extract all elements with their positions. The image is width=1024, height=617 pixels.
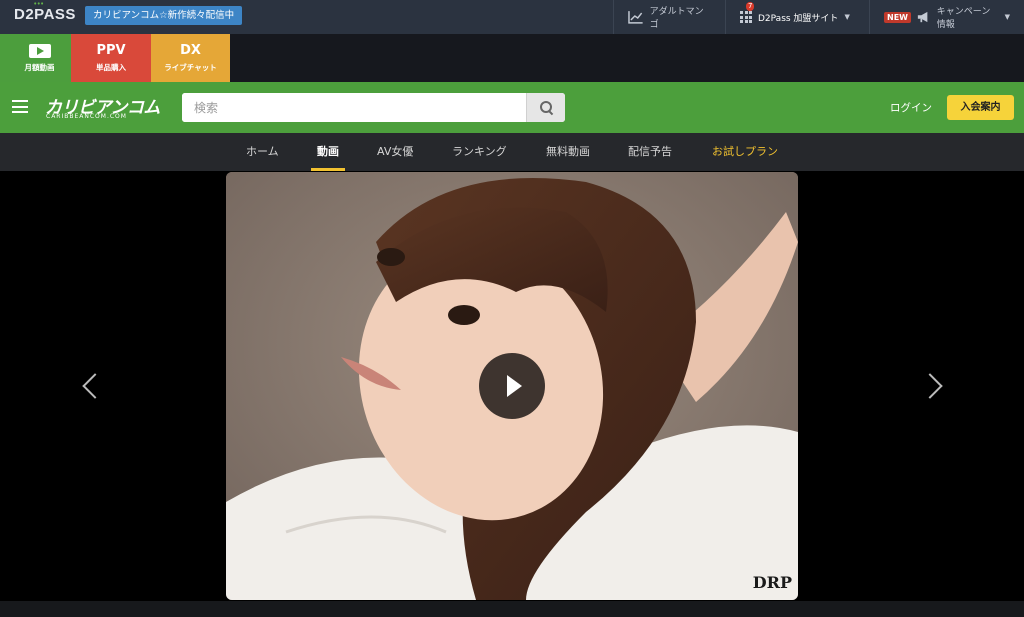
play-icon [0, 42, 79, 59]
nav-home[interactable]: ホーム [246, 133, 279, 171]
megaphone-icon [917, 11, 928, 23]
menu-icon[interactable] [12, 100, 28, 113]
member-sites-label: D2Pass 加盟サイト [758, 13, 839, 24]
live-chat-label: ライブチャット [164, 63, 217, 72]
next-arrow-icon[interactable] [925, 371, 941, 401]
search-icon [539, 101, 553, 114]
login-link[interactable]: ログイン [890, 100, 932, 115]
ppv-tile[interactable]: PPV 単品購入 [71, 34, 151, 82]
trend-chart-icon [628, 11, 643, 24]
live-chat-tile[interactable]: DX ライブチャット [151, 34, 230, 82]
service-bar: 月額動画 PPV 単品購入 DX ライブチャット [0, 34, 1024, 82]
featured-video-thumbnail[interactable]: DRP [226, 172, 798, 600]
grid-icon: 7 [740, 2, 755, 23]
main-nav: ホーム 動画 AV女優 ランキング 無料動画 配信予告 お試しプラン [0, 133, 1024, 171]
chevron-down-icon: ▼ [1004, 13, 1010, 21]
site-header: カリビアンコム CARIBBEANCOM.COM ログイン 入会案内 [0, 82, 1024, 133]
nav-actresses[interactable]: AV女優 [377, 133, 413, 171]
promo-badge[interactable]: カリビアンコム☆新作続々配信中 [85, 6, 243, 25]
ppv-label: 単品購入 [96, 63, 126, 72]
dx-logo: DX [180, 43, 201, 58]
nav-trial-plan[interactable]: お試しプラン [712, 133, 778, 171]
adult-mango-link[interactable]: アダルトマンゴ [613, 0, 725, 34]
monthly-video-label: 月額動画 [24, 63, 55, 72]
d2pass-bar: ••• D2PASS カリビアンコム☆新作続々配信中 アダルトマンゴ 7 D2P… [0, 0, 1024, 34]
member-sites-count: 7 [746, 2, 755, 11]
adult-mango-label: アダルトマンゴ [649, 7, 704, 30]
nav-upcoming[interactable]: 配信予告 [628, 133, 672, 171]
search-box [182, 93, 565, 122]
site-logo-domain: CARIBBEANCOM.COM [46, 113, 127, 120]
search-button[interactable] [526, 93, 565, 122]
nav-free-videos[interactable]: 無料動画 [546, 133, 590, 171]
chevron-down-icon: ▼ [844, 13, 850, 21]
member-sites-link[interactable]: 7 D2Pass 加盟サイト ▼ [725, 0, 869, 34]
search-input[interactable] [182, 93, 525, 122]
d2pass-nav: アダルトマンゴ 7 D2Pass 加盟サイト ▼ NEW キャンペーン情報 ▼ [613, 0, 1024, 34]
campaign-label: キャンペーン情報 [936, 7, 991, 30]
monthly-video-tile[interactable]: 月額動画 [0, 34, 79, 82]
play-button[interactable] [479, 353, 545, 419]
campaign-link[interactable]: NEW キャンペーン情報 ▼ [869, 0, 1024, 34]
studio-watermark: DRP [752, 573, 792, 592]
hero-carousel: DRP [0, 171, 1024, 601]
d2pass-logo-text: D2PASS [14, 6, 76, 23]
join-button[interactable]: 入会案内 [947, 95, 1014, 120]
prev-arrow-icon[interactable] [82, 371, 98, 401]
nav-ranking[interactable]: ランキング [452, 133, 507, 171]
d2pass-logo[interactable]: ••• D2PASS [14, 1, 76, 23]
nav-videos[interactable]: 動画 [311, 133, 345, 171]
logo-dots: ••• [34, 1, 45, 8]
ppv-title: PPV [96, 43, 126, 58]
new-badge: NEW [884, 11, 911, 23]
bottom-strip [0, 601, 1024, 617]
